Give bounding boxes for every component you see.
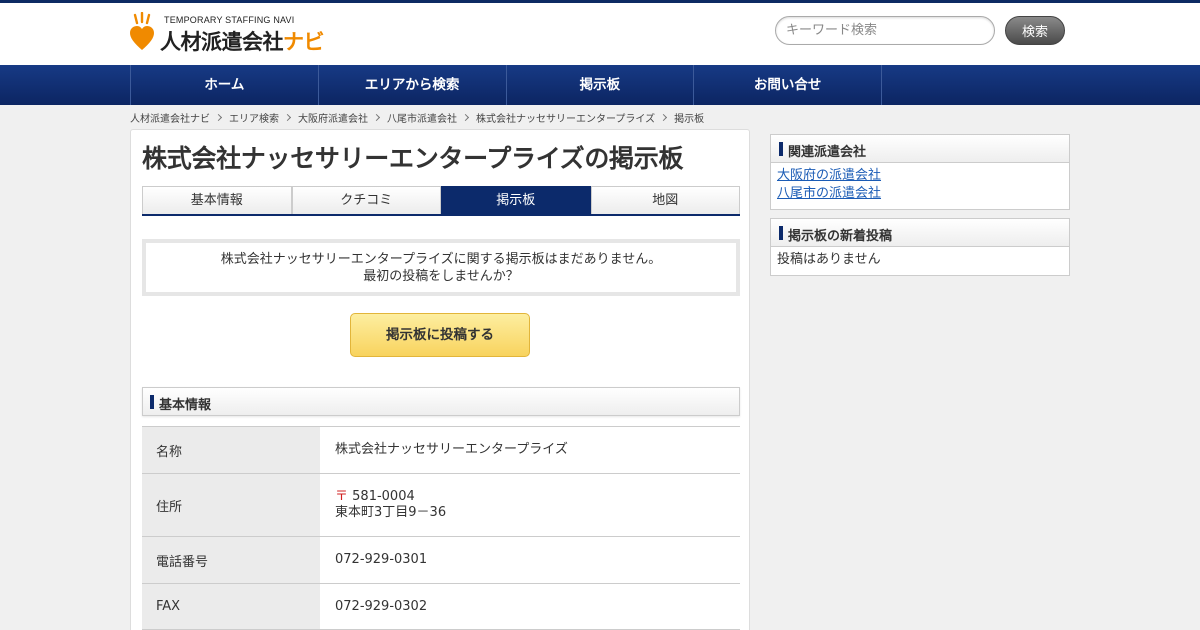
link-yao-companies[interactable]: 八尾市の派遣会社 — [777, 185, 1063, 203]
basic-info-heading: 基本情報 — [142, 387, 740, 416]
tab-basic-info[interactable]: 基本情報 — [142, 186, 292, 214]
breadcrumb-item[interactable]: エリア検索 — [229, 110, 279, 125]
chevron-right-icon — [283, 113, 292, 121]
global-nav: ホーム エリアから検索 掲示板 お問い合せ — [0, 65, 1200, 105]
fax-label: FAX — [142, 583, 320, 630]
post-to-board-button[interactable]: 掲示板に投稿する — [350, 313, 530, 357]
company-tabs: 基本情報 クチコミ 掲示板 地図 — [142, 186, 740, 216]
site-header: TEMPORARY STAFFING NAVI 人材派遣会社ナビ 検索 — [0, 3, 1200, 65]
logo-title: 人材派遣会社ナビ — [160, 26, 325, 56]
name-value: 株式会社ナッセサリーエンタープライズ — [335, 442, 568, 457]
address-label: 住所 — [142, 473, 320, 537]
related-companies-box: 関連派遣会社 大阪府の派遣会社 八尾市の派遣会社 — [770, 134, 1070, 210]
address-value: 東本町3丁目9－36 — [335, 505, 447, 520]
notice-line-2: 最初の投稿をしませんか？ — [363, 269, 519, 284]
new-posts-body: 投稿はありません — [771, 247, 1069, 273]
keyword-search-input[interactable] — [775, 16, 995, 45]
logo-title-main: 人材派遣会社 — [160, 30, 284, 54]
chevron-right-icon — [660, 113, 668, 121]
breadcrumb-item[interactable]: 八尾市派遣会社 — [387, 110, 457, 125]
nav-item-area-search[interactable]: エリアから検索 — [319, 65, 507, 105]
section-title: 基本情報 — [159, 398, 212, 413]
name-label: 名称 — [142, 426, 320, 474]
empty-board-notice: 株式会社ナッセサリーエンタープライズに関する掲示板はまだありません。 最初の投稿… — [142, 239, 740, 296]
tab-board[interactable]: 掲示板 — [441, 186, 591, 214]
search-button[interactable]: 検索 — [1005, 16, 1065, 45]
heading-bar — [150, 395, 154, 409]
page-title: 株式会社ナッセサリーエンタープライズの掲示板 — [142, 144, 684, 173]
site-logo[interactable]: TEMPORARY STAFFING NAVI 人材派遣会社ナビ — [130, 12, 340, 54]
chevron-right-icon — [372, 113, 381, 121]
table-row: 電話番号 072-929-0301 — [142, 536, 740, 584]
tab-map[interactable]: 地図 — [590, 186, 740, 214]
nav-item-board[interactable]: 掲示板 — [507, 65, 695, 105]
nav-item-contact[interactable]: お問い合せ — [694, 65, 882, 105]
new-posts-heading: 掲示板の新着投稿 — [771, 219, 1069, 247]
tab-reviews[interactable]: クチコミ — [291, 186, 441, 214]
basic-info-table: 名称 株式会社ナッセサリーエンタープライズ 住所 〒 581-0004 東本町3… — [142, 426, 740, 630]
main-content: 株式会社ナッセサリーエンタープライズの掲示板 基本情報 クチコミ 掲示板 地図 … — [130, 129, 750, 630]
breadcrumb-item[interactable]: 人材派遣会社ナビ — [130, 110, 210, 125]
side-title: 掲示板の新着投稿 — [788, 229, 893, 244]
chevron-right-icon — [461, 113, 470, 121]
fax-value: 072-929-0302 — [335, 598, 428, 614]
table-row: FAX 072-929-0302 — [142, 583, 740, 630]
heart-logo-icon — [130, 12, 154, 50]
related-links: 大阪府の派遣会社 八尾市の派遣会社 — [771, 163, 1069, 207]
breadcrumb-current: 掲示板 — [674, 113, 705, 125]
heading-bar — [779, 226, 783, 240]
logo-title-navi: ナビ — [283, 30, 325, 54]
breadcrumb-item[interactable]: 大阪府派遣会社 — [298, 110, 368, 125]
nav-item-home[interactable]: ホーム — [131, 65, 319, 105]
postal-code: 581-0004 — [352, 489, 415, 504]
no-posts-text: 投稿はありません — [777, 252, 881, 267]
link-osaka-companies[interactable]: 大阪府の派遣会社 — [777, 167, 1063, 185]
breadcrumb: 人材派遣会社ナビ エリア検索 大阪府派遣会社 八尾市派遣会社 株式会社ナッセサリ… — [130, 110, 705, 125]
related-companies-heading: 関連派遣会社 — [771, 135, 1069, 163]
phone-label: 電話番号 — [142, 536, 320, 584]
heading-bar — [779, 142, 783, 156]
side-title: 関連派遣会社 — [788, 145, 867, 160]
table-row: 名称 株式会社ナッセサリーエンタープライズ — [142, 426, 740, 474]
breadcrumb-item[interactable]: 株式会社ナッセサリーエンタープライズ — [476, 110, 655, 125]
new-posts-box: 掲示板の新着投稿 投稿はありません — [770, 218, 1070, 276]
postal-mark-icon: 〒 — [335, 489, 349, 504]
chevron-right-icon — [214, 113, 223, 121]
address-cell: 〒 581-0004 東本町3丁目9－36 — [320, 474, 740, 537]
table-row: 住所 〒 581-0004 東本町3丁目9－36 — [142, 473, 740, 537]
phone-value: 072-929-0301 — [335, 552, 428, 567]
notice-line-1: 株式会社ナッセサリーエンタープライズに関する掲示板はまだありません。 — [220, 252, 662, 267]
logo-subtitle: TEMPORARY STAFFING NAVI — [164, 15, 295, 25]
